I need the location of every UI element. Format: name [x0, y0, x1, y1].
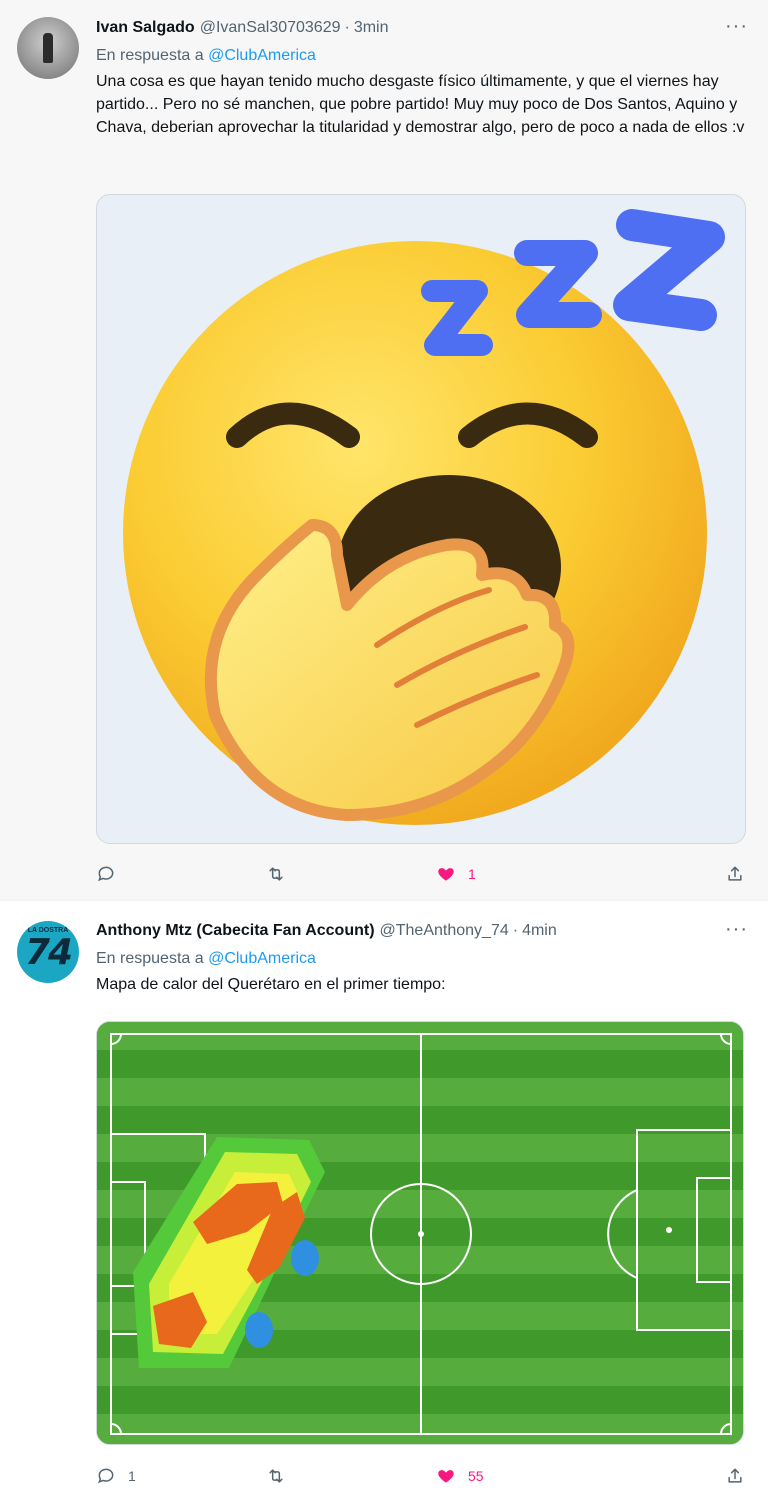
heart-icon [438, 1470, 454, 1483]
share-button[interactable] [725, 864, 745, 884]
reply-mention-link[interactable]: @ClubAmerica [208, 950, 316, 967]
like-button[interactable]: 55 [436, 1466, 606, 1486]
retweet-icon [269, 867, 283, 881]
retweet-button[interactable] [266, 864, 436, 884]
reply-context: En respuesta a @ClubAmerica [96, 44, 748, 68]
retweet-icon [269, 1469, 283, 1483]
reply-context: En respuesta a @ClubAmerica [96, 947, 748, 971]
more-options-icon[interactable]: ··· [725, 919, 748, 939]
reply-button[interactable] [96, 864, 266, 884]
author-handle[interactable]: @TheAnthony_74 [380, 922, 509, 940]
tweet-header: Anthony Mtz (Cabecita Fan Account) @TheA… [96, 919, 748, 943]
football-pitch-heatmap [97, 1022, 743, 1444]
tweet-actions: 1 [96, 862, 748, 886]
separator-dot: · [344, 19, 350, 36]
avatar-caption: LA DOSTRA [27, 927, 69, 934]
tweet-media-yawning-emoji[interactable] [96, 194, 746, 844]
tweet-actions: 1 55 [96, 1464, 748, 1488]
share-icon [728, 866, 742, 881]
avatar-number: 74 [24, 931, 73, 973]
timestamp[interactable]: 4min [522, 922, 557, 940]
tweet[interactable]: Ivan Salgado @IvanSal30703629 · 3min ···… [0, 0, 768, 900]
reply-icon [98, 866, 114, 882]
reply-prefix: En respuesta a [96, 47, 204, 64]
share-button[interactable] [725, 1466, 745, 1486]
author-name[interactable]: Ivan Salgado [96, 19, 195, 37]
tweet-text: Mapa de calor del Querétaro en el primer… [96, 976, 446, 993]
yawning-face-icon [123, 209, 725, 825]
like-count: 1 [468, 866, 476, 882]
avatar[interactable] [17, 17, 79, 79]
reply-prefix: En respuesta a [96, 950, 204, 967]
reply-mention-link[interactable]: @ClubAmerica [208, 47, 316, 64]
tweet-text: Una cosa es que hayan tenido mucho desga… [96, 73, 745, 136]
timestamp[interactable]: 3min [354, 19, 389, 37]
tweet-media-heatmap[interactable] [96, 1021, 744, 1445]
retweet-button[interactable] [266, 1466, 436, 1486]
avatar[interactable]: LA DOSTRA 74 [17, 921, 79, 983]
author-handle[interactable]: @IvanSal30703629 [200, 19, 341, 37]
share-icon [728, 1468, 742, 1483]
reply-icon [98, 1468, 114, 1484]
like-count: 55 [468, 1468, 484, 1484]
more-options-icon[interactable]: ··· [725, 16, 748, 36]
reply-count: 1 [128, 1468, 136, 1484]
tweet-content: Ivan Salgado @IvanSal30703629 · 3min ···… [96, 16, 748, 139]
separator-dot: · [512, 922, 519, 939]
tweet-header: Ivan Salgado @IvanSal30703629 · 3min [96, 16, 748, 40]
like-button[interactable]: 1 [436, 864, 606, 884]
tweet-content: Anthony Mtz (Cabecita Fan Account) @TheA… [96, 919, 748, 996]
heart-icon [438, 868, 454, 881]
avatar-figure [43, 33, 53, 63]
reply-button[interactable]: 1 [96, 1466, 266, 1486]
author-name[interactable]: Anthony Mtz (Cabecita Fan Account) [96, 922, 375, 940]
tweet[interactable]: LA DOSTRA 74 Anthony Mtz (Cabecita Fan A… [0, 900, 768, 1497]
